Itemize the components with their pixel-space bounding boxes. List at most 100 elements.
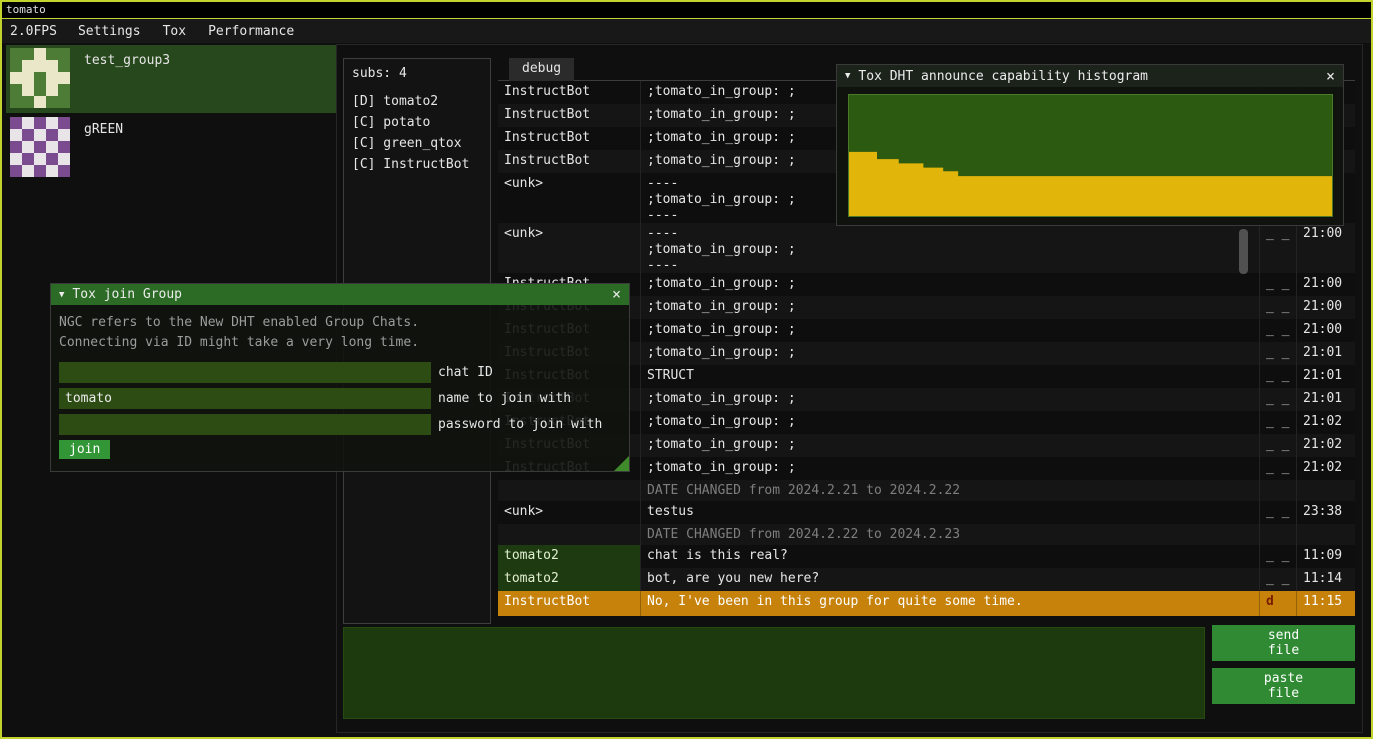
message-input[interactable] bbox=[343, 627, 1205, 719]
avatar-pixel bbox=[58, 72, 70, 84]
avatar-pixel bbox=[58, 153, 70, 165]
avatar-pixel bbox=[22, 129, 34, 141]
avatar-pixel bbox=[46, 117, 58, 129]
avatar-pixel bbox=[10, 48, 22, 60]
chat-id-input[interactable] bbox=[59, 362, 431, 383]
message-row[interactable]: tomato2chat is this real?_ _11:09 bbox=[498, 545, 1355, 568]
avatar-pixel bbox=[34, 96, 46, 108]
avatar-pixel bbox=[10, 84, 22, 96]
avatar-pixel bbox=[10, 141, 22, 153]
avatar-pixel bbox=[46, 153, 58, 165]
subs-list: [D] tomato2[C] potato[C] green_qtox[C] I… bbox=[344, 91, 490, 175]
sender-name: <unk> bbox=[498, 223, 641, 273]
resize-grip[interactable] bbox=[614, 456, 629, 471]
avatar-pixel bbox=[10, 96, 22, 108]
message-text: ;tomato_in_group: ; bbox=[641, 296, 1260, 319]
join-name-label: name to join with bbox=[438, 391, 571, 406]
message-text: ;tomato_in_group: ; bbox=[641, 273, 1260, 296]
menu-tox[interactable]: Tox bbox=[152, 19, 197, 43]
avatar-pixel bbox=[46, 84, 58, 96]
subs-item-tomato2[interactable]: [D] tomato2 bbox=[344, 91, 490, 112]
sender-name bbox=[498, 524, 641, 545]
sender-name: InstructBot bbox=[498, 104, 641, 127]
join-note-2: Connecting via ID might take a very long… bbox=[59, 333, 621, 353]
subs-item-green_qtox[interactable]: [C] green_qtox bbox=[344, 133, 490, 154]
group-name: test_group3 bbox=[84, 48, 170, 68]
send-file-button[interactable]: send file bbox=[1212, 625, 1355, 661]
collapse-arrow-icon[interactable]: ▼ bbox=[845, 71, 850, 81]
histogram-chart bbox=[849, 95, 1332, 216]
group-item-test_group3[interactable]: test_group3 bbox=[6, 45, 336, 113]
message-flags bbox=[1260, 524, 1297, 545]
subs-item-potato[interactable]: [C] potato bbox=[344, 112, 490, 133]
close-icon[interactable]: × bbox=[1326, 69, 1335, 84]
avatar-pixel bbox=[46, 141, 58, 153]
histogram-title: Tox DHT announce capability histogram bbox=[858, 69, 1148, 84]
join-password-label: password to join with bbox=[438, 417, 602, 432]
join-group-title: Tox join Group bbox=[72, 287, 182, 302]
avatar-pixel bbox=[34, 72, 46, 84]
message-text: STRUCT bbox=[641, 365, 1260, 388]
avatar-pixel bbox=[46, 96, 58, 108]
avatar-pixel bbox=[34, 84, 46, 96]
sender-name: InstructBot bbox=[498, 81, 641, 104]
close-icon[interactable]: × bbox=[612, 287, 621, 302]
avatar-pixel bbox=[22, 48, 34, 60]
avatar-pixel bbox=[58, 129, 70, 141]
subs-header: subs: 4 bbox=[344, 59, 490, 91]
avatar-pixel bbox=[46, 129, 58, 141]
message-flags: _ _ bbox=[1260, 434, 1297, 457]
message-time: 11:14 bbox=[1297, 568, 1355, 591]
sender-name: tomato2 bbox=[498, 545, 641, 568]
chat-scrollbar[interactable] bbox=[1239, 229, 1248, 274]
message-text: ;tomato_in_group: ; bbox=[641, 457, 1260, 480]
avatar-pixel bbox=[46, 165, 58, 177]
collapse-arrow-icon[interactable]: ▼ bbox=[59, 290, 64, 300]
fps-indicator: 2.0FPS bbox=[6, 19, 67, 43]
join-name-input[interactable] bbox=[59, 388, 431, 409]
avatar-pixel bbox=[46, 72, 58, 84]
group-list: test_group3 gREEN bbox=[4, 44, 338, 183]
join-group-titlebar[interactable]: ▼ Tox join Group × bbox=[51, 284, 629, 305]
avatar-pixel bbox=[10, 72, 22, 84]
message-flags: _ _ bbox=[1260, 342, 1297, 365]
message-text: ;tomato_in_group: ; bbox=[641, 388, 1260, 411]
window-titlebar: tomato bbox=[2, 2, 1371, 19]
message-row[interactable]: InstructBotNo, I've been in this group f… bbox=[498, 591, 1355, 616]
join-password-input[interactable] bbox=[59, 414, 431, 435]
avatar-pixel bbox=[22, 165, 34, 177]
message-time: 23:38 bbox=[1297, 501, 1355, 524]
message-time: 21:00 bbox=[1297, 296, 1355, 319]
avatar-pixel bbox=[10, 117, 22, 129]
avatar-pixel bbox=[34, 141, 46, 153]
message-flags: d bbox=[1260, 591, 1297, 616]
group-item-green[interactable]: gREEN bbox=[6, 114, 336, 182]
join-button[interactable]: join bbox=[59, 440, 110, 459]
sender-name: <unk> bbox=[498, 173, 641, 223]
menu-settings[interactable]: Settings bbox=[67, 19, 152, 43]
message-flags: _ _ bbox=[1260, 223, 1297, 273]
avatar-pixel bbox=[34, 165, 46, 177]
message-text: testus bbox=[641, 501, 1260, 524]
menu-performance[interactable]: Performance bbox=[197, 19, 305, 43]
message-row[interactable]: <unk>testus_ _23:38 bbox=[498, 501, 1355, 524]
message-row[interactable]: tomato2bot, are you new here?_ _11:14 bbox=[498, 568, 1355, 591]
histogram-titlebar[interactable]: ▼ Tox DHT announce capability histogram … bbox=[837, 65, 1343, 87]
message-time: 21:01 bbox=[1297, 342, 1355, 365]
message-time: 21:00 bbox=[1297, 319, 1355, 342]
avatar-pixel bbox=[22, 141, 34, 153]
sender-name: <unk> bbox=[498, 501, 641, 524]
subs-item-InstructBot[interactable]: [C] InstructBot bbox=[344, 154, 490, 175]
avatar-pixel bbox=[34, 60, 46, 72]
message-time: 21:02 bbox=[1297, 457, 1355, 480]
tab-debug[interactable]: debug bbox=[509, 58, 574, 81]
sender-name: InstructBot bbox=[498, 127, 641, 150]
paste-file-button[interactable]: paste file bbox=[1212, 668, 1355, 704]
avatar-pixel bbox=[58, 84, 70, 96]
message-flags: _ _ bbox=[1260, 545, 1297, 568]
message-flags: _ _ bbox=[1260, 296, 1297, 319]
avatar-pixel bbox=[10, 60, 22, 72]
date-separator: DATE CHANGED from 2024.2.21 to 2024.2.22 bbox=[498, 480, 1355, 501]
avatar-pixel bbox=[10, 129, 22, 141]
message-row[interactable]: <unk>---- ;tomato_in_group: ; ----_ _21:… bbox=[498, 223, 1355, 273]
